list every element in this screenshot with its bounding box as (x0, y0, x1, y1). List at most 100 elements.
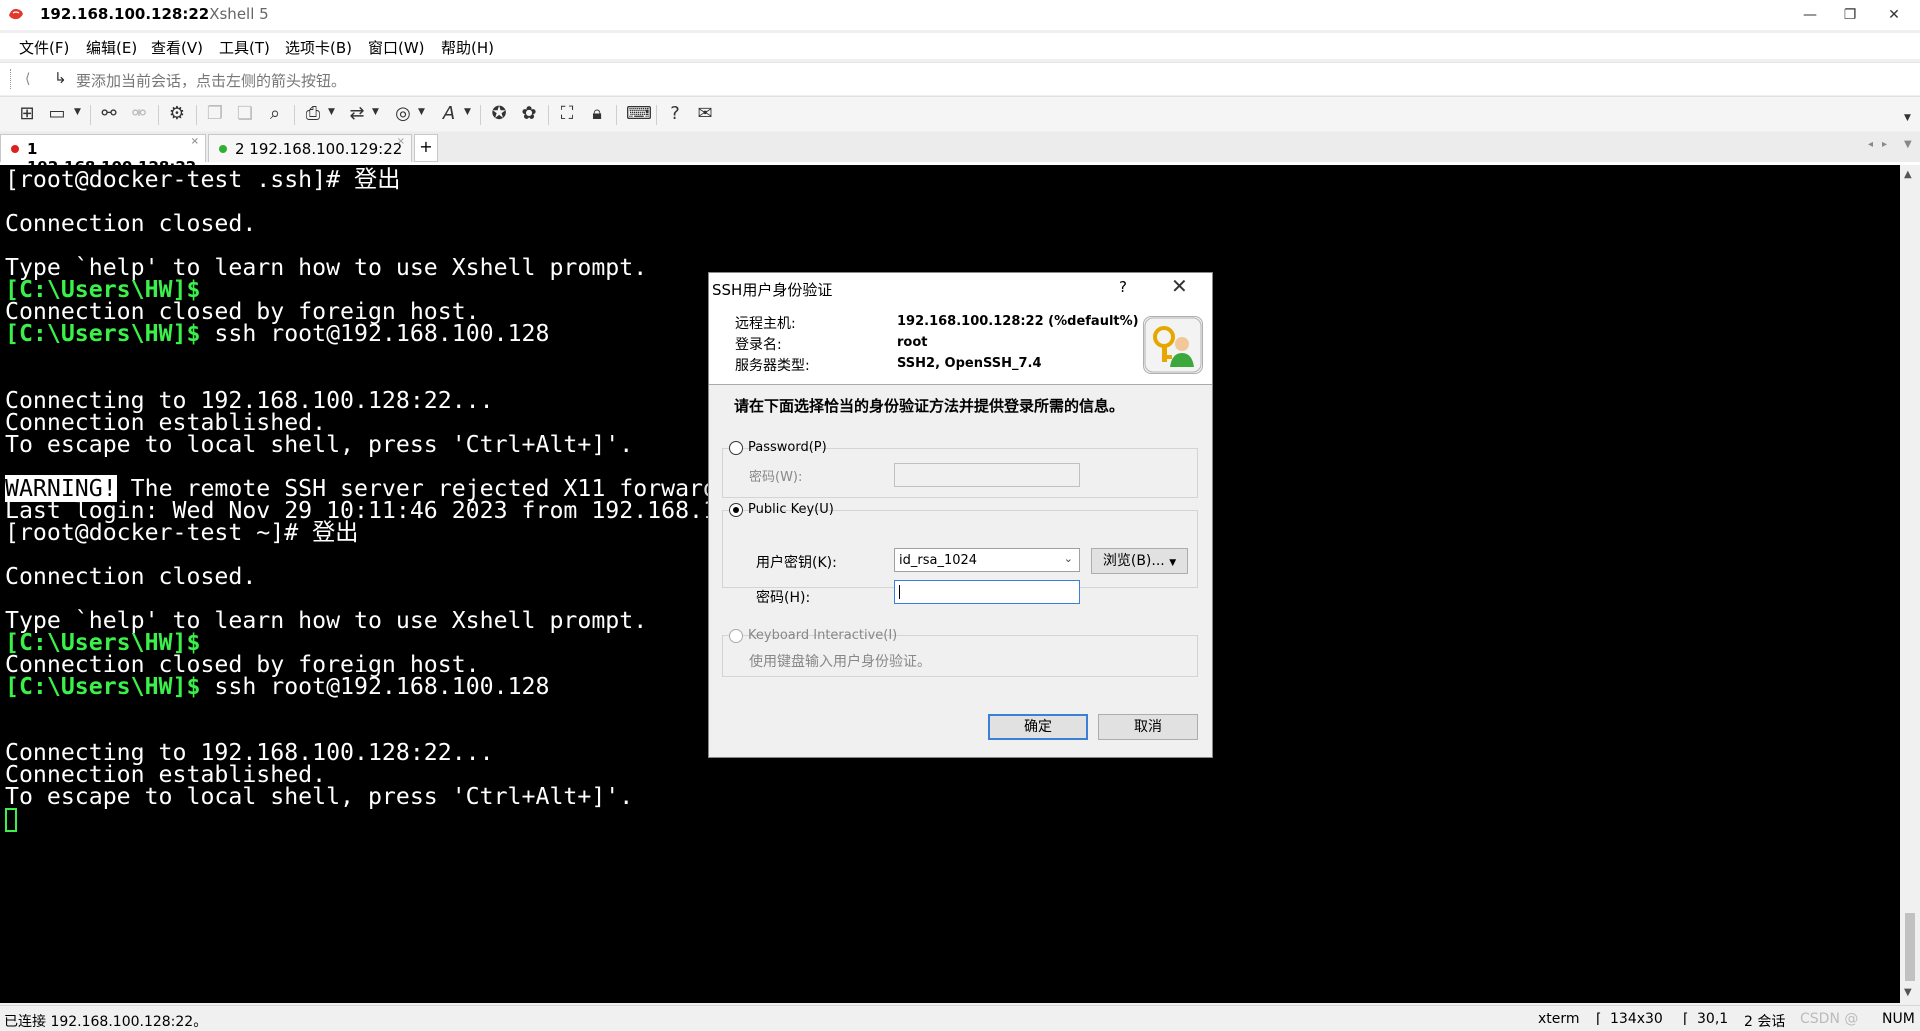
menu-tabs[interactable]: 选项卡(B) (285, 37, 352, 58)
toolbar-separator (158, 105, 159, 125)
dialog-help-button[interactable]: ? (1119, 278, 1127, 296)
terminal-line: [C:\Users\HW]$ ssh root@192.168.100.128 (5, 673, 549, 700)
scroll-down-icon[interactable]: ▼ (1904, 987, 1912, 998)
new-session-icon[interactable]: ⊞ (16, 103, 38, 125)
browse-button[interactable]: 浏览(B)... ▼ (1091, 548, 1188, 574)
terminal-scrollbar[interactable]: ▲ ▼ (1900, 165, 1920, 1003)
keyboard-interactive-radio (729, 629, 743, 643)
fullscreen-icon[interactable]: ⛶ (556, 103, 578, 125)
title-host: 192.168.100.128:22 (40, 5, 210, 23)
dialog-title-bar: SSH用户身份验证 ? ✕ (709, 273, 1212, 304)
restore-button[interactable]: ❐ (1830, 2, 1870, 28)
terminal-line: To escape to local shell, press 'Ctrl+Al… (5, 783, 633, 810)
scrollbar-thumb[interactable] (1905, 913, 1915, 981)
xagent-icon[interactable]: ✿ (518, 103, 540, 125)
tab-list-icon[interactable]: ▼ (1904, 139, 1912, 150)
find-icon[interactable]: ⌕ (264, 103, 286, 125)
add-session-arrow-icon[interactable]: ↳ (54, 69, 67, 87)
xftp-icon[interactable]: ✪ (488, 103, 510, 125)
reconnect-icon[interactable]: ⚯ (98, 103, 120, 125)
tab-close-icon[interactable]: × (191, 136, 199, 147)
terminal-line: [root@docker-test .ssh]# 登出 (5, 166, 400, 193)
lock-icon[interactable]: 🔒︎ (586, 103, 608, 125)
globe-dropdown-icon[interactable]: ▼ (418, 107, 425, 117)
xshell-logo-icon (9, 8, 23, 20)
remote-host-label: 远程主机: (735, 316, 796, 332)
toolbar-separator (294, 105, 295, 125)
keyboard-interactive-label: Keyboard Interactive(I) (748, 628, 898, 643)
tab-session-1[interactable]: 1 192.168.100.128:22 × (0, 134, 206, 176)
transfer-dropdown-icon[interactable]: ▼ (372, 107, 379, 117)
tab-scroll-left-icon[interactable]: ◂ (1868, 139, 1873, 150)
terminal-line: To escape to local shell, press 'Ctrl+Al… (5, 431, 633, 458)
toolbar-separator (480, 105, 481, 125)
size-icon: ⌈ (1596, 1011, 1602, 1027)
toolbar-separator (90, 105, 91, 125)
terminal-text: To escape to local shell, press 'Ctrl+Al… (5, 783, 634, 811)
keyboard-icon[interactable]: ⌨ (626, 103, 652, 125)
tab-close-icon[interactable]: × (397, 136, 405, 147)
print-dropdown-icon[interactable]: ▼ (328, 107, 335, 117)
globe-icon[interactable]: ◎ (392, 103, 414, 125)
terminal-text: Connection closed. (5, 562, 257, 590)
browse-dropdown-icon: ▼ (1169, 558, 1177, 568)
toolbar: ⊞ ▭ ▼ ⚯ ⚮ ⚙ ❐ ❏ ⌕ ⎙ ▼ ⇄ ▼ ◎ ▼ A ▼ ✪ ✿ ⛶ … (0, 96, 1920, 131)
tab-status-dot (219, 145, 227, 153)
password-radio[interactable] (729, 441, 743, 455)
terminal-text: ssh root@192.168.100.128 (200, 673, 550, 701)
properties-icon[interactable]: ⚙ (166, 103, 188, 125)
menu-bar: 文件(F) 编辑(E) 查看(V) 工具(T) 选项卡(B) 窗口(W) 帮助(… (0, 33, 1920, 59)
cancel-button[interactable]: 取消 (1098, 714, 1198, 740)
num-lock-indicator: NUM (1882, 1011, 1915, 1027)
print-icon[interactable]: ⎙ (302, 103, 324, 125)
password-option-label[interactable]: Password(P) (748, 440, 827, 455)
menu-tools[interactable]: 工具(T) (219, 37, 270, 58)
terminal-line: [C:\Users\HW]$ ssh root@192.168.100.128 (5, 320, 549, 347)
passphrase-label: 密码(H): (756, 590, 811, 606)
user-key-icon (1143, 316, 1203, 374)
toolbar-separator (548, 105, 549, 125)
password-field-label: 密码(W): (749, 470, 803, 485)
scroll-up-icon[interactable]: ▲ (1904, 169, 1912, 180)
browse-button-label: 浏览(B)... (1102, 553, 1165, 569)
close-button[interactable]: ✕ (1874, 2, 1914, 28)
terminal-size: 134x30 (1610, 1011, 1663, 1027)
toolbar-overflow-icon[interactable]: ▼ (1904, 113, 1911, 123)
public-key-radio[interactable] (729, 503, 743, 517)
chevron-down-icon: ⌄ (1063, 552, 1073, 565)
open-dropdown-icon[interactable]: ▼ (74, 107, 81, 117)
passphrase-input[interactable] (894, 580, 1080, 604)
minimize-button[interactable]: — (1790, 2, 1830, 28)
menu-edit[interactable]: 编辑(E) (86, 37, 137, 58)
text-caret (899, 585, 900, 599)
toolbar-separator (616, 105, 617, 125)
menu-file[interactable]: 文件(F) (19, 37, 69, 58)
user-key-select[interactable]: id_rsa_1024 ⌄ (894, 548, 1080, 572)
ssh-auth-dialog: SSH用户身份验证 ? ✕ 远程主机: 192.168.100.128:22 (… (708, 272, 1213, 758)
font-dropdown-icon[interactable]: ▼ (464, 107, 471, 117)
help-icon[interactable]: ? (664, 103, 686, 125)
menu-view[interactable]: 查看(V) (151, 37, 203, 58)
connection-info-panel: 远程主机: 192.168.100.128:22 (%default%) 登录名… (709, 304, 1212, 385)
new-tab-button[interactable]: + (414, 134, 438, 162)
dialog-instruction: 请在下面选择恰当的身份验证方法并提供登录所需的信息。 (734, 397, 1125, 415)
chat-icon[interactable]: ✉ (694, 103, 716, 125)
menu-window[interactable]: 窗口(W) (368, 37, 425, 58)
dialog-close-button[interactable]: ✕ (1171, 274, 1188, 298)
ok-button[interactable]: 确定 (988, 714, 1088, 740)
terminal-text: To escape to local shell, press 'Ctrl+Al… (5, 430, 634, 458)
font-icon[interactable]: A (438, 103, 460, 125)
password-field (894, 463, 1080, 487)
tab-status-dot (11, 145, 19, 153)
user-key-value: id_rsa_1024 (899, 553, 978, 568)
public-key-option-label[interactable]: Public Key(U) (748, 502, 834, 517)
menu-help[interactable]: 帮助(H) (441, 37, 494, 58)
terminal-text: [root@docker-test ~]# 登出 (5, 518, 359, 546)
address-bar-icon[interactable]: ⟨ (25, 71, 30, 87)
tab-session-2[interactable]: 2 192.168.100.129:22 × (208, 134, 412, 162)
tab-bar: 1 192.168.100.128:22 × 2 192.168.100.129… (0, 132, 1920, 176)
tab-scroll-right-icon[interactable]: ▸ (1882, 139, 1887, 150)
transfer-icon[interactable]: ⇄ (346, 103, 368, 125)
cursor-icon: ⌈ (1683, 1011, 1689, 1027)
open-folder-icon[interactable]: ▭ (46, 103, 68, 125)
